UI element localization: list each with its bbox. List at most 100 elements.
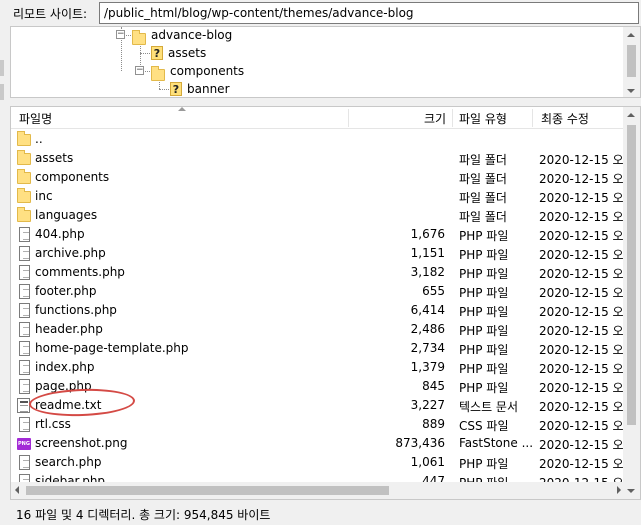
scroll-up-arrow-icon[interactable] bbox=[627, 113, 635, 117]
remote-directory-tree: − advance-blog ? assets − components ? b… bbox=[10, 26, 641, 98]
scroll-thumb[interactable] bbox=[26, 486, 389, 495]
scroll-down-arrow-icon[interactable] bbox=[627, 489, 635, 493]
file-modified: 2020-12-15 오 bbox=[539, 305, 624, 319]
file-row[interactable]: languages 파일 폴더 2020-12-15 오 bbox=[11, 206, 625, 225]
file-type: FastStone ... bbox=[459, 436, 534, 450]
file-modified: 2020-12-15 오 bbox=[539, 381, 624, 395]
file-name: components bbox=[35, 170, 110, 184]
file-modified: 2020-12-15 오 bbox=[539, 286, 624, 300]
file-row[interactable]: components 파일 폴더 2020-12-15 오 bbox=[11, 168, 625, 187]
column-header-modified[interactable]: 최종 수정 bbox=[541, 110, 589, 127]
file-row[interactable]: .. bbox=[11, 130, 625, 149]
column-separator[interactable] bbox=[348, 109, 349, 127]
folder-icon bbox=[17, 169, 31, 184]
scroll-thumb[interactable] bbox=[627, 45, 636, 77]
file-modified: 2020-12-15 오 bbox=[539, 267, 624, 281]
file-type: 파일 폴더 bbox=[459, 210, 507, 224]
file-size: 655 bbox=[422, 284, 445, 298]
sort-ascending-icon bbox=[178, 107, 186, 111]
column-header-name[interactable]: 파일명 bbox=[19, 110, 52, 127]
file-modified: 2020-12-15 오 bbox=[539, 248, 624, 262]
list-horizontal-scrollbar[interactable] bbox=[11, 482, 625, 499]
file-size: 3,227 bbox=[410, 398, 445, 412]
remote-path-input[interactable]: /public_html/blog/wp-content/themes/adva… bbox=[99, 2, 639, 24]
column-header-size[interactable]: 크기 bbox=[424, 110, 446, 127]
folder-icon bbox=[151, 66, 165, 81]
file-row[interactable]: footer.php 655 PHP 파일 2020-12-15 오 bbox=[11, 282, 625, 301]
file-row[interactable]: inc 파일 폴더 2020-12-15 오 bbox=[11, 187, 625, 206]
scroll-up-arrow-icon[interactable] bbox=[627, 33, 635, 37]
remote-path-value: /public_html/blog/wp-content/themes/adva… bbox=[104, 6, 414, 20]
file-row[interactable]: index.php 1,379 PHP 파일 2020-12-15 오 bbox=[11, 358, 625, 377]
file-row[interactable]: 404.php 1,676 PHP 파일 2020-12-15 오 bbox=[11, 225, 625, 244]
file-row[interactable]: archive.php 1,151 PHP 파일 2020-12-15 오 bbox=[11, 244, 625, 263]
scroll-down-arrow-icon[interactable] bbox=[627, 89, 635, 93]
unknown-folder-icon: ? bbox=[170, 82, 182, 96]
file-type: PHP 파일 bbox=[459, 343, 509, 357]
panel-splitter[interactable] bbox=[10, 98, 641, 106]
scroll-left-arrow-icon[interactable] bbox=[15, 486, 19, 494]
remote-site-label: 리모트 사이트: bbox=[13, 7, 88, 21]
status-bar: 16 파일 및 4 디렉터리. 총 크기: 954,845 바이트 bbox=[0, 500, 641, 525]
file-name: .. bbox=[35, 132, 43, 146]
png-image-icon: PNG bbox=[17, 438, 31, 450]
folder-icon bbox=[17, 188, 31, 203]
file-row[interactable]: home-page-template.php 2,734 PHP 파일 2020-12… bbox=[11, 339, 625, 358]
php-file-icon bbox=[19, 284, 30, 299]
file-name: header.php bbox=[35, 322, 103, 336]
edge-marker bbox=[0, 84, 4, 100]
tree-item-banner[interactable]: ? banner bbox=[170, 80, 230, 97]
file-row[interactable]: comments.php 3,182 PHP 파일 2020-12-15 오 bbox=[11, 263, 625, 282]
scroll-thumb[interactable] bbox=[627, 125, 636, 425]
tree-item-advance-blog[interactable]: advance-blog bbox=[132, 27, 232, 45]
status-text: 16 파일 및 4 디렉터리. 총 크기: 954,845 바이트 bbox=[16, 508, 271, 522]
file-row[interactable]: functions.php 6,414 PHP 파일 2020-12-15 오 bbox=[11, 301, 625, 320]
php-file-icon bbox=[19, 417, 30, 432]
column-separator[interactable] bbox=[532, 109, 533, 127]
tree-vertical-scrollbar[interactable] bbox=[623, 27, 640, 97]
php-file-icon bbox=[19, 455, 30, 470]
file-modified: 2020-12-15 오 bbox=[539, 153, 624, 167]
remote-file-list: 파일명 크기 파일 유형 최종 수정 .. assets 파일 폴더 2020-12-… bbox=[10, 106, 641, 500]
file-row[interactable]: PNG screenshot.png 873,436 FastStone ... 202… bbox=[11, 434, 625, 453]
file-modified: 2020-12-15 오 bbox=[539, 229, 624, 243]
remote-site-bar: 리모트 사이트: /public_html/blog/wp-content/th… bbox=[0, 0, 641, 26]
tree-item-components[interactable]: components bbox=[151, 62, 245, 81]
file-type: PHP 파일 bbox=[459, 362, 509, 376]
file-type: PHP 파일 bbox=[459, 267, 509, 281]
tree-item-assets[interactable]: ? assets bbox=[151, 44, 206, 62]
list-vertical-scrollbar[interactable] bbox=[623, 107, 640, 499]
file-size: 6,414 bbox=[410, 303, 445, 317]
file-name: 404.php bbox=[35, 227, 85, 241]
collapse-toggle-icon[interactable]: − bbox=[116, 30, 125, 39]
tree-item-label: assets bbox=[168, 46, 207, 60]
file-type: PHP 파일 bbox=[459, 229, 509, 243]
column-header-type[interactable]: 파일 유형 bbox=[459, 110, 507, 127]
file-modified: 2020-12-15 오 bbox=[539, 191, 624, 205]
file-size: 889 bbox=[422, 417, 445, 431]
php-file-icon bbox=[19, 227, 30, 242]
file-modified: 2020-12-15 오 bbox=[539, 172, 624, 186]
file-type: 텍스트 문서 bbox=[459, 400, 519, 414]
php-file-icon bbox=[19, 265, 30, 280]
file-row[interactable]: rtl.css 889 CSS 파일 2020-12-15 오 bbox=[11, 415, 625, 434]
file-row[interactable]: search.php 1,061 PHP 파일 2020-12-15 오 bbox=[11, 453, 625, 472]
column-separator[interactable] bbox=[452, 109, 453, 127]
file-type: 파일 폴더 bbox=[459, 153, 507, 167]
file-size: 1,676 bbox=[410, 227, 445, 241]
file-size: 873,436 bbox=[395, 436, 445, 450]
file-name: archive.php bbox=[35, 246, 106, 260]
file-size: 1,151 bbox=[410, 246, 445, 260]
file-type: PHP 파일 bbox=[459, 248, 509, 262]
file-row[interactable]: assets 파일 폴더 2020-12-15 오 bbox=[11, 149, 625, 168]
file-modified: 2020-12-15 오 bbox=[539, 457, 624, 471]
file-name: index.php bbox=[35, 360, 95, 374]
collapse-toggle-icon[interactable]: − bbox=[135, 66, 144, 75]
php-file-icon bbox=[19, 341, 30, 356]
file-modified: 2020-12-15 오 bbox=[539, 324, 624, 338]
scroll-right-arrow-icon[interactable] bbox=[617, 486, 621, 494]
php-file-icon bbox=[19, 360, 30, 375]
tree-item-label: components bbox=[170, 64, 245, 78]
file-row[interactable]: header.php 2,486 PHP 파일 2020-12-15 오 bbox=[11, 320, 625, 339]
tree-item-label: banner bbox=[187, 82, 230, 96]
